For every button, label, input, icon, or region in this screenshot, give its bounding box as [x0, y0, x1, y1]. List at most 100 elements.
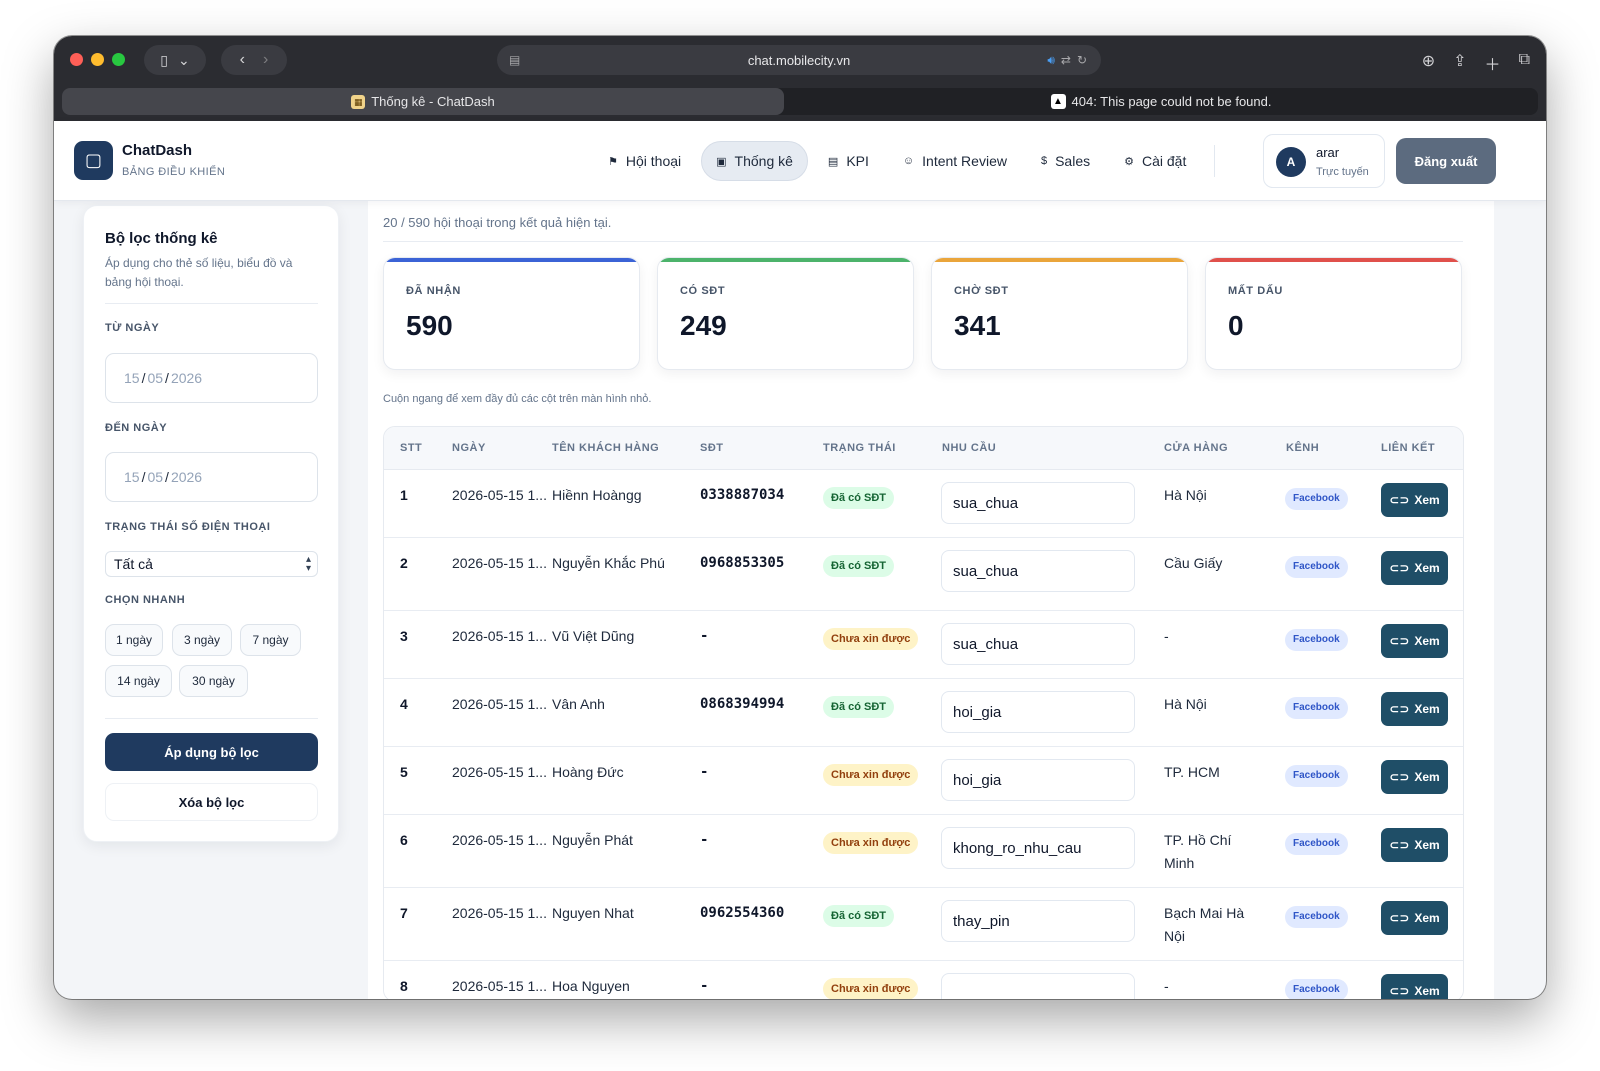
chatdash-favicon-icon: ▦ [351, 94, 366, 109]
speaker-icon[interactable]: 🔊︎ [1047, 53, 1055, 68]
to-date-input[interactable]: 15/05/2026 [105, 452, 318, 502]
divider [105, 718, 318, 719]
divider [105, 303, 318, 304]
row-need-field[interactable]: thay_pin [941, 900, 1135, 942]
row-phone: - [700, 764, 709, 780]
nav-hoi-thoai[interactable]: ⚑ Hội thoại [594, 141, 695, 181]
minimize-window-button[interactable] [91, 53, 104, 66]
card-label: MẤT DẤU [1228, 285, 1283, 297]
row-need-field[interactable] [941, 973, 1135, 999]
row-customer-name: Nguyễn Phát [552, 832, 633, 848]
card-value: 0 [1228, 310, 1244, 341]
row-channel: Facebook [1285, 762, 1348, 787]
row-date: 2026-05-15 1... [452, 978, 547, 994]
view-button[interactable]: ⊂⊃ Xem [1381, 901, 1448, 935]
table-row: 3 2026-05-15 1... Vũ Việt Dũng - Chưa xi… [384, 611, 1463, 679]
back-icon[interactable]: ‹ [240, 51, 245, 69]
status-badge: Đã có SĐT [823, 555, 895, 577]
row-status: Đã có SĐT [823, 485, 895, 509]
view-button[interactable]: ⊂⊃ Xem [1381, 624, 1448, 658]
row-need-field[interactable]: sua_chua [941, 550, 1135, 592]
quick-3-days[interactable]: 3 ngày [172, 624, 232, 656]
table-row: 8 2026-05-15 1... Hoa Nguyen - Chưa xin … [384, 961, 1463, 999]
column-header: STT [400, 442, 423, 454]
new-tab-icon[interactable]: ＋ [1485, 51, 1501, 75]
row-need-field[interactable]: khong_ro_nhu_cau [941, 827, 1135, 869]
nav-sales[interactable]: $ Sales [1027, 141, 1104, 181]
sidebar-toggle-button[interactable]: ▯ ⌄ [144, 45, 206, 75]
nav-intent-review[interactable]: ☺ Intent Review [889, 141, 1021, 181]
quick-7-days[interactable]: 7 ngày [240, 624, 301, 656]
user-status: Trực tuyến [1316, 166, 1369, 178]
nav-thong-ke[interactable]: ▣ Thống kê [701, 141, 808, 181]
select-value: Tất cả [114, 556, 153, 572]
zoom-window-button[interactable] [112, 53, 125, 66]
row-date: 2026-05-15 1... [452, 628, 547, 644]
view-button[interactable]: ⊂⊃ Xem [1381, 483, 1448, 517]
tab-overview-icon[interactable]: ⧉ [1519, 51, 1530, 75]
logout-button[interactable]: Đăng xuất [1396, 138, 1496, 184]
forward-icon[interactable]: › [263, 51, 268, 69]
column-header: SĐT [700, 442, 724, 454]
quick-30-days[interactable]: 30 ngày [179, 665, 248, 697]
card-accent-bar [658, 258, 913, 262]
page-menu-icon[interactable]: ▤ [509, 53, 520, 67]
address-bar[interactable]: ▤ chat.mobilecity.vn 🔊︎ ⇄ ↻ [497, 45, 1101, 75]
apply-filter-button[interactable]: Áp dụng bộ lọc [105, 733, 318, 771]
card-value: 590 [406, 310, 453, 341]
share-icon[interactable]: ⇪ [1453, 51, 1466, 75]
row-customer-name: Vũ Việt Dũng [552, 628, 635, 644]
view-button[interactable]: ⊂⊃ Xem [1381, 828, 1448, 862]
channel-badge: Facebook [1285, 488, 1348, 510]
nav-cai-dat[interactable]: ⚙ Cài đặt [1110, 141, 1200, 181]
user-profile[interactable]: A arar Trực tuyến [1263, 134, 1385, 188]
row-date: 2026-05-15 1... [452, 905, 547, 921]
card-value: 341 [954, 310, 1001, 341]
nav-divider [1214, 145, 1216, 177]
row-stt: 7 [400, 905, 408, 921]
view-button[interactable]: ⊂⊃ Xem [1381, 974, 1448, 999]
channel-badge: Facebook [1285, 979, 1348, 999]
row-stt: 6 [400, 832, 408, 848]
view-button[interactable]: ⊂⊃ Xem [1381, 551, 1448, 585]
row-phone: 0968853305 [700, 555, 785, 571]
reload-icon[interactable]: ↻ [1077, 53, 1087, 68]
conversation-table: STT NGÀY TÊN KHÁCH HÀNG SĐT TRẠNG THÁI N… [383, 426, 1464, 999]
status-badge: Chưa xin được [823, 628, 919, 650]
chat-logo-icon[interactable]: ▢ [74, 141, 113, 180]
row-need-field[interactable]: sua_chua [941, 623, 1135, 665]
channel-badge: Facebook [1285, 556, 1348, 578]
tab-thong-ke[interactable]: ▦ Thống kê - ChatDash [62, 88, 784, 115]
url-text: chat.mobilecity.vn [747, 52, 851, 68]
quick-1-day[interactable]: 1 ngày [105, 624, 163, 656]
nav-kpi[interactable]: ▤ KPI [814, 141, 883, 181]
app-header: ▢ ChatDash BẢNG ĐIỀU KHIỂN ⚑ Hội thoại ▣… [54, 121, 1546, 201]
card-accent-bar [932, 258, 1187, 262]
quick-14-days[interactable]: 14 ngày [105, 665, 172, 697]
toolbar-icons: ⊕ ⇪ ＋ ⧉ [1422, 51, 1530, 75]
card-label: ĐÃ NHẬN [406, 285, 461, 297]
view-button[interactable]: ⊂⊃ Xem [1381, 760, 1448, 794]
row-need-field[interactable]: sua_chua [941, 482, 1135, 524]
download-icon[interactable]: ⊕ [1422, 51, 1435, 75]
close-window-button[interactable] [70, 53, 83, 66]
tab-404[interactable]: ▲ 404: This page could not be found. [784, 88, 1538, 115]
divider [383, 241, 1463, 242]
gear-icon: ⚙ [1124, 155, 1134, 168]
clear-filter-button[interactable]: Xóa bộ lọc [105, 783, 318, 821]
row-need-field[interactable]: hoi_gia [941, 759, 1135, 801]
translate-icon[interactable]: ⇄ [1061, 53, 1071, 68]
view-button[interactable]: ⊂⊃ Xem [1381, 692, 1448, 726]
status-badge: Đã có SĐT [823, 696, 895, 718]
nav-label: KPI [846, 153, 869, 169]
row-customer-name: Hoa Nguyen [552, 978, 630, 994]
card-label: CÓ SĐT [680, 285, 726, 297]
row-channel: Facebook [1285, 626, 1348, 651]
from-date-input[interactable]: 15/05/2026 [105, 353, 318, 403]
scroll-hint: Cuộn ngang để xem đầy đủ các cột trên mà… [383, 393, 652, 405]
main-nav: ⚑ Hội thoại ▣ Thống kê ▤ KPI ☺ Intent Re… [594, 141, 1223, 181]
row-need-field[interactable]: hoi_gia [941, 691, 1135, 733]
phone-status-select[interactable]: Tất cả ▴ ▾ [105, 551, 318, 577]
row-channel: Facebook [1285, 976, 1348, 999]
filter-title: Bộ lọc thống kê [105, 230, 218, 247]
